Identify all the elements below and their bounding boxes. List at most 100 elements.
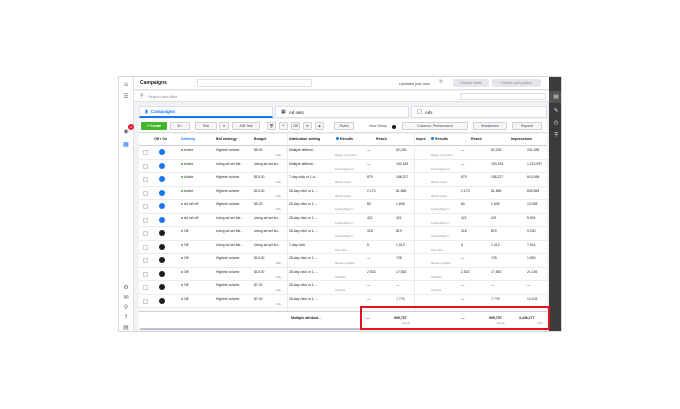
report-icon[interactable]: ▤ <box>122 323 130 331</box>
tag-icon[interactable]: ◈ <box>315 122 324 130</box>
delete-icon[interactable]: 🗑 <box>267 122 276 130</box>
tab-campaigns[interactable]: ▮ Campaigns <box>139 106 273 118</box>
create-button[interactable]: + Create <box>141 122 167 130</box>
row-toggle[interactable] <box>159 176 165 182</box>
col-attribution[interactable]: Attribution setting <box>289 137 320 141</box>
settings-icon[interactable]: ⚙ <box>122 283 130 291</box>
alerts-icon[interactable]: ✉ <box>122 293 130 301</box>
duplicate-button[interactable]: ⧉ ▾ <box>170 122 190 130</box>
row-toggle[interactable] <box>159 243 165 250</box>
budget[interactable]: Using ad set bu... <box>254 162 280 166</box>
row-toggle[interactable] <box>159 270 165 277</box>
budget[interactable]: $10.00 <box>254 189 264 193</box>
col-reach-2[interactable]: Reach <box>471 137 482 141</box>
row-checkbox[interactable] <box>143 231 148 236</box>
table-row[interactable]: Off Using ad set bid... Using ad set bu...… <box>139 241 547 254</box>
table-row[interactable]: Off Using ad set bid... Using ad set bu...… <box>139 227 547 241</box>
row-checkbox[interactable] <box>143 298 148 304</box>
table-row[interactable]: Off Highest volume $10.00 Daily 28-day click… <box>139 268 547 281</box>
edit-dropdown-button[interactable]: ▾ <box>219 122 229 130</box>
attribution: 7-day click <box>289 242 306 247</box>
col-budget[interactable]: Budget <box>254 137 266 141</box>
date-range-field[interactable] <box>460 93 546 100</box>
clock-icon[interactable]: ◷ <box>552 119 560 127</box>
table-row[interactable]: Active Highest volume $10.00 Daily 7-day cli… <box>139 173 547 187</box>
campaigns-grid-icon[interactable]: ▦ <box>122 140 130 148</box>
col-bid-strategy[interactable]: Bid strategy <box>216 137 237 141</box>
chart-icon[interactable]: ▤ <box>552 93 560 101</box>
row-checkbox[interactable] <box>143 150 148 155</box>
review-publish-button[interactable]: Review and publish <box>492 79 541 87</box>
table-row[interactable]: Active Highest volume $10.00 Daily 28-day cl… <box>139 187 547 200</box>
breakdown-button[interactable]: Breakdown <box>473 122 507 130</box>
discard-drafts-button[interactable]: Discard drafts <box>453 79 489 87</box>
edit-button[interactable]: Edit <box>195 122 217 130</box>
undo-icon[interactable]: ↶ <box>279 122 288 130</box>
zoom-icon[interactable]: ⚲ <box>552 131 560 139</box>
table-row[interactable]: Active Using ad set bid... Using ad set bu… <box>139 160 547 173</box>
row-checkbox[interactable] <box>143 163 148 169</box>
row-checkbox[interactable] <box>143 217 148 223</box>
budget[interactable]: $7.00 <box>254 297 263 301</box>
budget[interactable]: Using ad set bu... <box>254 216 280 220</box>
row-checkbox[interactable] <box>143 177 148 182</box>
help-icon[interactable]: ? <box>122 313 130 321</box>
budget[interactable]: Using ad set bu... <box>254 229 280 233</box>
refresh-icon[interactable]: ↻ <box>439 79 443 85</box>
ab-test-button[interactable]: A/B Test <box>232 122 260 130</box>
comment-icon[interactable]: ✉ <box>303 122 312 130</box>
row-checkbox[interactable] <box>143 285 148 290</box>
reports-button[interactable]: Reports <box>512 122 542 130</box>
row-toggle[interactable] <box>159 284 165 290</box>
col-results[interactable]: Results <box>336 137 353 141</box>
results-2: — <box>461 256 465 260</box>
table-row[interactable]: Active Highest volume $5.00 Daily Multiple a… <box>139 146 547 160</box>
row-toggle[interactable] <box>159 257 165 263</box>
top-bar: Campaigns Updated just now ↻ Discard dra… <box>134 77 561 90</box>
tab-label: Ad sets <box>288 109 304 115</box>
budget[interactable]: $5.00 <box>254 148 263 152</box>
bid-strategy: Using ad set bid... <box>216 161 244 166</box>
columns-button[interactable]: Columns: Performance <box>402 122 468 130</box>
budget[interactable]: $10.00 <box>254 175 264 179</box>
row-toggle[interactable] <box>159 297 165 304</box>
row-toggle[interactable] <box>159 189 165 196</box>
view-setup-toggle[interactable] <box>392 125 396 129</box>
row-toggle[interactable] <box>159 203 165 209</box>
row-toggle[interactable] <box>159 216 165 223</box>
search-input[interactable]: Search and filter <box>148 94 177 99</box>
account-selector[interactable] <box>197 79 312 87</box>
col-impressions-short[interactable]: Impre <box>416 137 426 141</box>
pencil-icon[interactable]: ✎ <box>552 107 560 115</box>
table-row[interactable]: Ad set off Highest volume $5.00 Daily 28-day… <box>139 200 547 214</box>
budget[interactable]: $7.00 <box>254 283 263 287</box>
row-toggle[interactable] <box>159 230 165 236</box>
col-results-2[interactable]: Results <box>431 137 448 141</box>
col-reach[interactable]: Reach <box>376 137 387 141</box>
row-checkbox[interactable] <box>143 244 148 250</box>
row-checkbox[interactable] <box>143 271 148 277</box>
budget[interactable]: $10.00 <box>254 256 264 260</box>
trash-icon[interactable]: ⌫ <box>291 122 300 130</box>
row-checkbox[interactable] <box>143 204 148 209</box>
col-delivery[interactable]: Delivery <box>181 137 195 141</box>
horizontal-scrollbar[interactable] <box>140 328 388 330</box>
table-row[interactable]: Off Highest volume $7.00 Daily 28-day click … <box>139 281 547 295</box>
col-offon[interactable]: Off / On <box>154 137 167 141</box>
row-checkbox[interactable] <box>143 258 148 263</box>
row-checkbox[interactable] <box>143 190 148 196</box>
budget[interactable]: $5.00 <box>254 202 263 206</box>
row-toggle[interactable] <box>159 149 165 155</box>
search-icon[interactable]: ⚲ <box>122 303 130 311</box>
tab-ad-sets[interactable]: ▦ Ad sets <box>275 106 409 118</box>
budget[interactable]: Using ad set bu... <box>254 243 280 247</box>
row-toggle[interactable] <box>159 162 165 169</box>
menu-icon[interactable]: ☰ <box>122 92 130 100</box>
rules-button[interactable]: Rules <box>334 122 354 130</box>
budget[interactable]: $10.00 <box>254 270 264 274</box>
col-impressions[interactable]: Impressions <box>511 137 532 141</box>
meta-logo-icon[interactable]: ⌂ <box>122 80 130 88</box>
table-row[interactable]: Off Highest volume $10.00 Daily 28-day click… <box>139 254 547 268</box>
table-row[interactable]: Ad set off Using ad set bid... Using ad se… <box>139 214 547 227</box>
tab-ads[interactable]: □ Ads <box>411 106 547 118</box>
